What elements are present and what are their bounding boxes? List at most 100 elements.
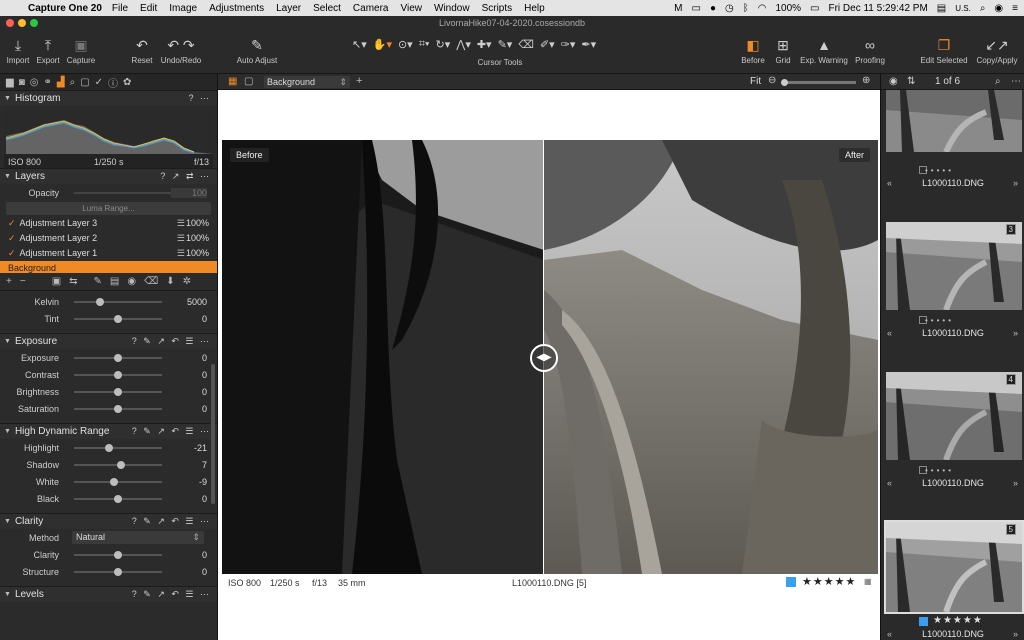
- pan-tool-icon[interactable]: ✋▾: [373, 38, 392, 51]
- exp-warning-button[interactable]: ▲ Exp. Warning: [798, 36, 850, 65]
- thumbnail[interactable]: [886, 90, 1022, 152]
- clarity-knob[interactable]: [114, 551, 122, 559]
- metadata-tab-icon[interactable]: ✓: [95, 77, 103, 88]
- exposure-knob[interactable]: [114, 354, 122, 362]
- highlight-knob[interactable]: [105, 444, 114, 452]
- auto-adjust-button[interactable]: ✎ Auto Adjust: [234, 36, 280, 65]
- zoom-knob[interactable]: [781, 79, 788, 86]
- user-icon[interactable]: ●: [710, 3, 716, 14]
- color-tag[interactable]: [786, 577, 796, 587]
- tint-knob[interactable]: [114, 315, 122, 323]
- gradient-tool-icon[interactable]: ✐▾: [540, 38, 555, 51]
- thumbnail[interactable]: 3: [886, 222, 1022, 310]
- export-button[interactable]: ⤒ Export: [34, 36, 62, 65]
- erase-tool-icon[interactable]: ⌫: [518, 38, 534, 51]
- hdr-header[interactable]: ▼ High Dynamic Range? ✎ ↗ ↶ ☰ ⋯: [0, 423, 217, 439]
- shadow-slider[interactable]: [74, 461, 162, 469]
- zoom-out-icon[interactable]: ⊖: [768, 75, 776, 86]
- zoom-window-button[interactable]: [30, 19, 38, 27]
- minimize-window-button[interactable]: [18, 19, 26, 27]
- zoom-fit-label[interactable]: Fit: [750, 76, 761, 87]
- menu-layer[interactable]: Layer: [276, 3, 301, 14]
- next-variant-icon[interactable]: »: [1013, 178, 1018, 188]
- brightness-knob[interactable]: [114, 388, 122, 396]
- rotate-tool-icon[interactable]: ↻▾: [436, 38, 451, 51]
- airplay-icon[interactable]: ▭: [691, 3, 700, 14]
- picker-tool-icon[interactable]: ✒▾: [581, 38, 596, 51]
- settings-tab-icon[interactable]: ✿: [123, 77, 131, 88]
- loupe-tool-icon[interactable]: ⊙▾: [398, 38, 413, 51]
- bluetooth-icon[interactable]: ᛒ: [743, 3, 749, 14]
- rating-dots[interactable]: •••••: [925, 316, 954, 325]
- reset-button[interactable]: ↶ Reset: [128, 36, 156, 65]
- white-slider[interactable]: [74, 478, 162, 486]
- battery-icon[interactable]: ▭: [810, 3, 819, 14]
- adjustments-tab-icon[interactable]: ▢: [80, 77, 89, 88]
- thumbnail-selected[interactable]: 5: [884, 520, 1024, 614]
- brush-tool-icon[interactable]: ✎▾: [498, 38, 513, 51]
- exposure-header[interactable]: ▼ Exposure? ✎ ↗ ↶ ☰ ⋯: [0, 333, 217, 349]
- import-button[interactable]: ⤓ Import: [4, 36, 32, 65]
- tools-scrollbar[interactable]: [211, 364, 215, 504]
- menu-view[interactable]: View: [401, 3, 423, 14]
- single-view-icon[interactable]: ▢: [244, 76, 253, 87]
- undo-redo-button[interactable]: ↶ ↷ Undo/Redo: [158, 36, 204, 65]
- check-icon[interactable]: ✓: [8, 233, 16, 243]
- zoom-slider[interactable]: [781, 79, 856, 86]
- details-tab-icon[interactable]: ⌕: [70, 77, 76, 88]
- menu-window[interactable]: Window: [434, 3, 470, 14]
- thumbnail[interactable]: 4: [886, 372, 1022, 460]
- layer-opacity-icon[interactable]: ☰: [177, 216, 185, 231]
- menu-scripts[interactable]: Scripts: [482, 3, 513, 14]
- hdr-tools[interactable]: ? ✎ ↗ ↶ ☰ ⋯: [132, 426, 211, 437]
- exposure-slider[interactable]: [74, 354, 162, 362]
- siri-icon[interactable]: ◉: [994, 3, 1003, 14]
- rating-dots[interactable]: •••••: [925, 166, 954, 175]
- rating-dots[interactable]: •••••: [925, 466, 954, 475]
- mask-icon[interactable]: ▣: [52, 276, 61, 287]
- capture-tab-icon[interactable]: ◙: [19, 77, 25, 88]
- radial-gradient-icon[interactable]: ◉: [127, 276, 136, 287]
- zoom-in-icon[interactable]: ⊕: [862, 75, 870, 86]
- layers-header[interactable]: ▼ Layers? ↗ ⇄ ⋯: [0, 168, 217, 184]
- malwarebytes-icon[interactable]: M: [674, 3, 682, 14]
- split-handle[interactable]: ◀▶: [530, 344, 558, 372]
- menu-file[interactable]: File: [112, 3, 128, 14]
- opacity-slider[interactable]: [74, 192, 178, 194]
- saturation-knob[interactable]: [114, 405, 122, 413]
- add-variant-icon[interactable]: +: [356, 75, 362, 87]
- tint-slider[interactable]: [74, 315, 162, 323]
- next-variant-icon[interactable]: »: [1013, 328, 1018, 338]
- layer-item-selected[interactable]: Background: [0, 261, 217, 273]
- next-variant-icon[interactable]: »: [1013, 629, 1018, 639]
- crop-tool-icon[interactable]: ⌗▾: [419, 38, 430, 51]
- menu-camera[interactable]: Camera: [353, 3, 389, 14]
- clock[interactable]: Fri Dec 11 5:29:42 PM: [828, 3, 927, 14]
- menu-edit[interactable]: Edit: [140, 3, 157, 14]
- color-tab-icon[interactable]: ⚭: [43, 77, 51, 88]
- structure-slider[interactable]: [74, 568, 162, 576]
- input-source[interactable]: U.S.: [955, 4, 971, 13]
- white-knob[interactable]: [109, 478, 118, 486]
- clarity-slider[interactable]: [74, 551, 162, 559]
- shadow-knob[interactable]: [116, 461, 125, 469]
- menu-adjustments[interactable]: Adjustments: [209, 3, 264, 14]
- spotlight-icon[interactable]: ⌕: [980, 3, 986, 14]
- layer-opacity-icon[interactable]: ☰: [177, 231, 185, 246]
- levels-header[interactable]: ▼ Levels? ✎ ↗ ↶ ☰ ⋯: [0, 586, 217, 602]
- histogram-tools[interactable]: ? ⋯: [188, 93, 211, 104]
- time-machine-icon[interactable]: ◷: [725, 3, 734, 14]
- layer-item[interactable]: ✓ Adjustment Layer 2 ☰ 100%: [0, 231, 217, 246]
- select-tool-icon[interactable]: ↖▾: [352, 38, 367, 51]
- black-knob[interactable]: [114, 495, 122, 503]
- menu-image[interactable]: Image: [169, 3, 197, 14]
- color-tag-blue[interactable]: [919, 617, 928, 626]
- capture-button[interactable]: ▣ Capture: [64, 36, 98, 65]
- edit-selected-button[interactable]: ❐ Edit Selected: [918, 36, 970, 65]
- exposure-tools[interactable]: ? ✎ ↗ ↶ ☰ ⋯: [132, 336, 211, 347]
- linear-gradient-icon[interactable]: ▤: [110, 276, 119, 287]
- library-tab-icon[interactable]: ▆: [6, 77, 14, 88]
- swap-icon[interactable]: ⇆: [69, 276, 77, 287]
- fill-icon[interactable]: ⬇: [166, 276, 174, 287]
- layer-item[interactable]: ✓ Adjustment Layer 3 ☰ 100%: [0, 216, 217, 231]
